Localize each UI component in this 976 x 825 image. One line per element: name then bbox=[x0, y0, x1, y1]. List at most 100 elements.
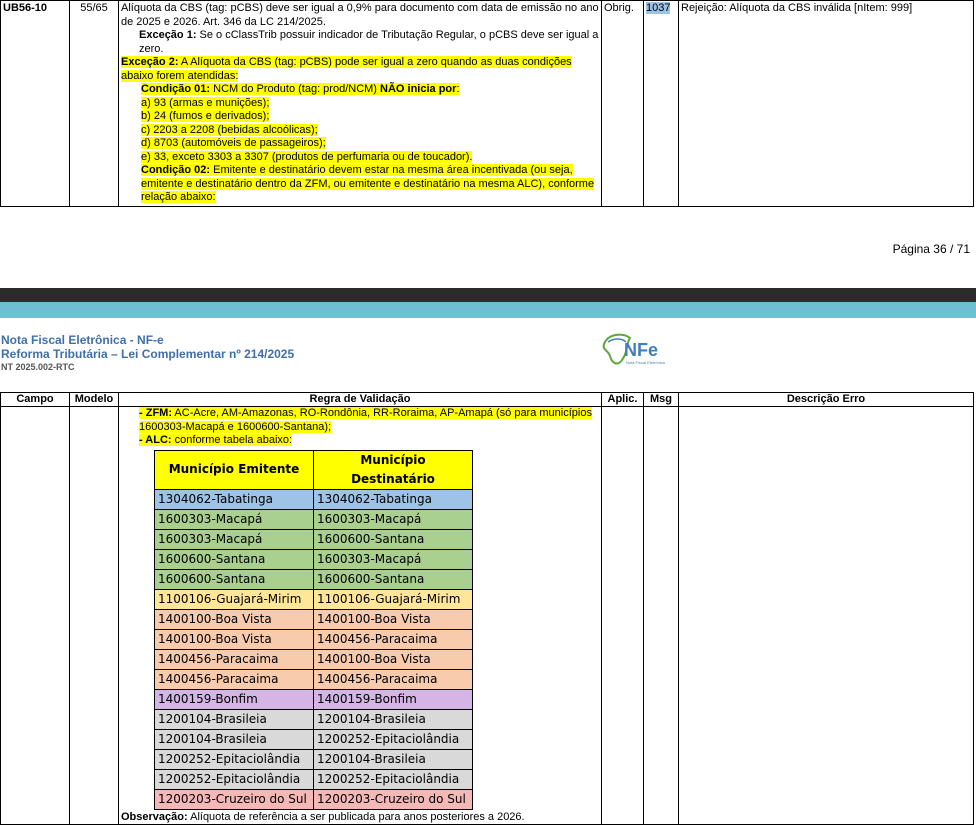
municipio-destinatario-cell: 1400456-Paracaima bbox=[313, 628, 473, 650]
ncm-item-e: e) 33, exceto 3303 a 3307 (produtos de p… bbox=[141, 150, 473, 163]
msg-cell: 1037 bbox=[643, 0, 679, 207]
aplic-cell: Obrig. bbox=[601, 0, 644, 207]
col-aplic: Aplic. bbox=[601, 392, 644, 407]
municipio-emitente-cell: 1400456-Paracaima bbox=[154, 668, 314, 690]
exception-1-text: Se o cClassTrib possuir indicador de Tri… bbox=[139, 29, 599, 55]
municipio-emitente-cell: 1200252-Epitaciolândia bbox=[154, 748, 314, 770]
modelo-value: 55/65 bbox=[80, 2, 108, 14]
municipio-row: 1600600-Santana 1600303-Macapá bbox=[154, 548, 473, 570]
table-row: UB56-10 55/65 Alíquota da CBS (tag: pCBS… bbox=[0, 0, 974, 207]
nfe-logo: NFe Nota Fiscal Eletrônica bbox=[600, 330, 670, 372]
condition-2-label: Condição 02: bbox=[141, 164, 211, 176]
modelo-cell bbox=[69, 406, 119, 825]
municipio-emitente-cell: 1400159-Bonfim bbox=[154, 688, 314, 710]
observacao: Observação: Alíquota de referência a ser… bbox=[121, 811, 525, 823]
ncm-item: d) 8703 (automóveis de passageiros); bbox=[121, 137, 599, 151]
municipio-emitente-cell: 1400100-Boa Vista bbox=[154, 628, 314, 650]
municipio-emitente-cell: 1200203-Cruzeiro do Sul bbox=[154, 788, 314, 810]
aplic-cell bbox=[601, 406, 644, 825]
logo-text: NFe bbox=[624, 340, 658, 360]
condition-1-label: Condição 01: bbox=[141, 83, 211, 95]
ncm-item-b: b) 24 (fumos e derivados); bbox=[141, 110, 270, 122]
municipio-emitente-cell: 1304062-Tabatinga bbox=[154, 488, 314, 510]
municipio-emitente-cell: 1400100-Boa Vista bbox=[154, 608, 314, 630]
ncm-item: a) 93 (armas e munições); bbox=[121, 96, 599, 111]
municipio-emitente-cell: 1200104-Brasileia bbox=[154, 728, 314, 750]
col-campo: Campo bbox=[0, 392, 70, 407]
validation-table-top: UB56-10 55/65 Alíquota da CBS (tag: pCBS… bbox=[0, 0, 974, 207]
col-regra: Regra de Validação bbox=[118, 392, 602, 407]
observacao-text: Alíquota de referência a ser publicada p… bbox=[187, 810, 525, 823]
alc-text: conforme tabela abaixo: bbox=[171, 434, 293, 446]
exception-2-text: A Alíquota da CBS (tag: pCBS) pode ser i… bbox=[121, 56, 572, 82]
municipio-row: 1400100-Boa Vista 1400456-Paracaima bbox=[154, 628, 473, 650]
msg-cell bbox=[643, 406, 679, 825]
col-msg: Msg bbox=[643, 392, 679, 407]
municipio-row: 1200203-Cruzeiro do Sul 1200203-Cruzeiro … bbox=[154, 788, 473, 810]
exception-1-label: Exceção 1: bbox=[139, 29, 197, 41]
municipio-emitente-cell: 1600600-Santana bbox=[154, 548, 314, 570]
municipio-emitente-cell: 1100106-Guajará-Mirim bbox=[154, 588, 314, 610]
msg-code: 1037 bbox=[646, 2, 671, 14]
col-municipio-destinatario: Município Destinatário bbox=[313, 449, 473, 490]
municipio-destinatario-cell: 1304062-Tabatinga bbox=[313, 488, 473, 510]
municipio-row: 1400100-Boa Vista 1400100-Boa Vista bbox=[154, 608, 473, 630]
col-municipio-emitente: Município Emitente bbox=[154, 449, 314, 490]
condition-1-end: : bbox=[456, 83, 460, 95]
exception-1: Exceção 1: Se o cClassTrib possuir indic… bbox=[121, 29, 599, 56]
municipio-destinatario-cell: 1400456-Paracaima bbox=[313, 668, 473, 690]
municipio-emitente-cell: 1600303-Macapá bbox=[154, 508, 314, 530]
aplic-value: Obrig. bbox=[604, 2, 634, 14]
municipio-row: 1400159-Bonfim 1400159-Bonfim bbox=[154, 688, 473, 710]
col-descricao: Descrição Erro bbox=[678, 392, 974, 407]
exception-2: Exceção 2: A Alíquota da CBS (tag: pCBS)… bbox=[121, 56, 572, 82]
document-title-line1: Nota Fiscal Eletrônica - NF-e bbox=[1, 333, 164, 347]
zfm-label: - ZFM: bbox=[139, 407, 172, 419]
municipio-destinatario-cell: 1200252-Epitaciolândia bbox=[313, 728, 473, 750]
municipio-row: 1304062-Tabatinga 1304062-Tabatinga bbox=[154, 488, 473, 510]
error-description: Rejeição: Alíquota da CBS inválida [nIte… bbox=[681, 2, 913, 14]
table-row: - ZFM: AC-Acre, AM-Amazonas, RO-Rondônia… bbox=[0, 406, 974, 825]
document-subtitle: NT 2025.002-RTC bbox=[1, 362, 75, 372]
municipio-row: 1200104-Brasileia 1200104-Brasileia bbox=[154, 708, 473, 730]
campo-cell bbox=[0, 406, 70, 825]
municipio-destinatario-cell: 1600600-Santana bbox=[313, 568, 473, 590]
municipio-emitente-cell: 1600303-Macapá bbox=[154, 528, 314, 550]
page-number: Página 36 / 71 bbox=[892, 242, 970, 256]
regra-cell: - ZFM: AC-Acre, AM-Amazonas, RO-Rondônia… bbox=[118, 406, 602, 825]
condition-1: Condição 01: NCM do Produto (tag: prod/N… bbox=[121, 83, 599, 97]
municipio-destinatario-cell: 1200104-Brasileia bbox=[313, 748, 473, 770]
document-title-line2: Reforma Tributária – Lei Complementar nº… bbox=[1, 347, 295, 361]
exception-2-label: Exceção 2: bbox=[121, 56, 179, 68]
ncm-item: c) 2203 a 2208 (bebidas alcoólicas); bbox=[121, 123, 599, 138]
zfm-line: - ZFM: AC-Acre, AM-Amazonas, RO-Rondônia… bbox=[121, 407, 599, 434]
rule-main-text: Alíquota da CBS (tag: pCBS) deve ser igu… bbox=[121, 2, 599, 28]
regra-cell: Alíquota da CBS (tag: pCBS) deve ser igu… bbox=[118, 0, 602, 207]
municipio-row: 1600303-Macapá 1600600-Santana bbox=[154, 528, 473, 550]
alc-label: - ALC: bbox=[139, 434, 172, 446]
municipios-body: 1304062-Tabatinga 1304062-Tabatinga 160030… bbox=[154, 488, 473, 810]
ncm-item-a: a) 93 (armas e munições); bbox=[141, 96, 270, 109]
municipio-emitente-cell: 1200104-Brasileia bbox=[154, 708, 314, 730]
condition-1-text: NCM do Produto (tag: prod/NCM) bbox=[210, 83, 381, 95]
municipio-destinatario-cell: 1400100-Boa Vista bbox=[313, 648, 473, 670]
modelo-cell: 55/65 bbox=[69, 0, 119, 207]
descricao-cell: Rejeição: Alíquota da CBS inválida [nIte… bbox=[678, 0, 974, 207]
municipio-row: 1600303-Macapá 1600303-Macapá bbox=[154, 508, 473, 530]
municipio-row: 1400456-Paracaima 1400100-Boa Vista bbox=[154, 648, 473, 670]
municipio-destinatario-cell: 1600600-Santana bbox=[313, 528, 473, 550]
col-modelo: Modelo bbox=[69, 392, 119, 407]
municipio-destinatario-cell: 1200252-Epitaciolândia bbox=[313, 768, 473, 790]
ncm-item-c: c) 2203 a 2208 (bebidas alcoólicas); bbox=[141, 123, 318, 136]
logo-subtext: Nota Fiscal Eletrônica bbox=[626, 360, 666, 365]
ncm-item-d: d) 8703 (automóveis de passageiros); bbox=[141, 137, 326, 149]
municipio-row: 1400456-Paracaima 1400456-Paracaima bbox=[154, 668, 473, 690]
descricao-cell bbox=[678, 406, 974, 825]
table-header-row: Campo Modelo Regra de Validação Aplic. M… bbox=[0, 392, 974, 407]
municipio-row: 1200104-Brasileia 1200252-Epitaciolândia bbox=[154, 728, 473, 750]
municipio-row: 1200252-Epitaciolândia 1200252-Epitaciolâ… bbox=[154, 768, 473, 790]
municipio-destinatario-cell: 1400100-Boa Vista bbox=[313, 608, 473, 630]
municipio-emitente-cell: 1400456-Paracaima bbox=[154, 648, 314, 670]
municipios-header-row: Município Emitente Município Destinatári… bbox=[154, 449, 473, 490]
municipio-destinatario-cell: 1400159-Bonfim bbox=[313, 688, 473, 710]
